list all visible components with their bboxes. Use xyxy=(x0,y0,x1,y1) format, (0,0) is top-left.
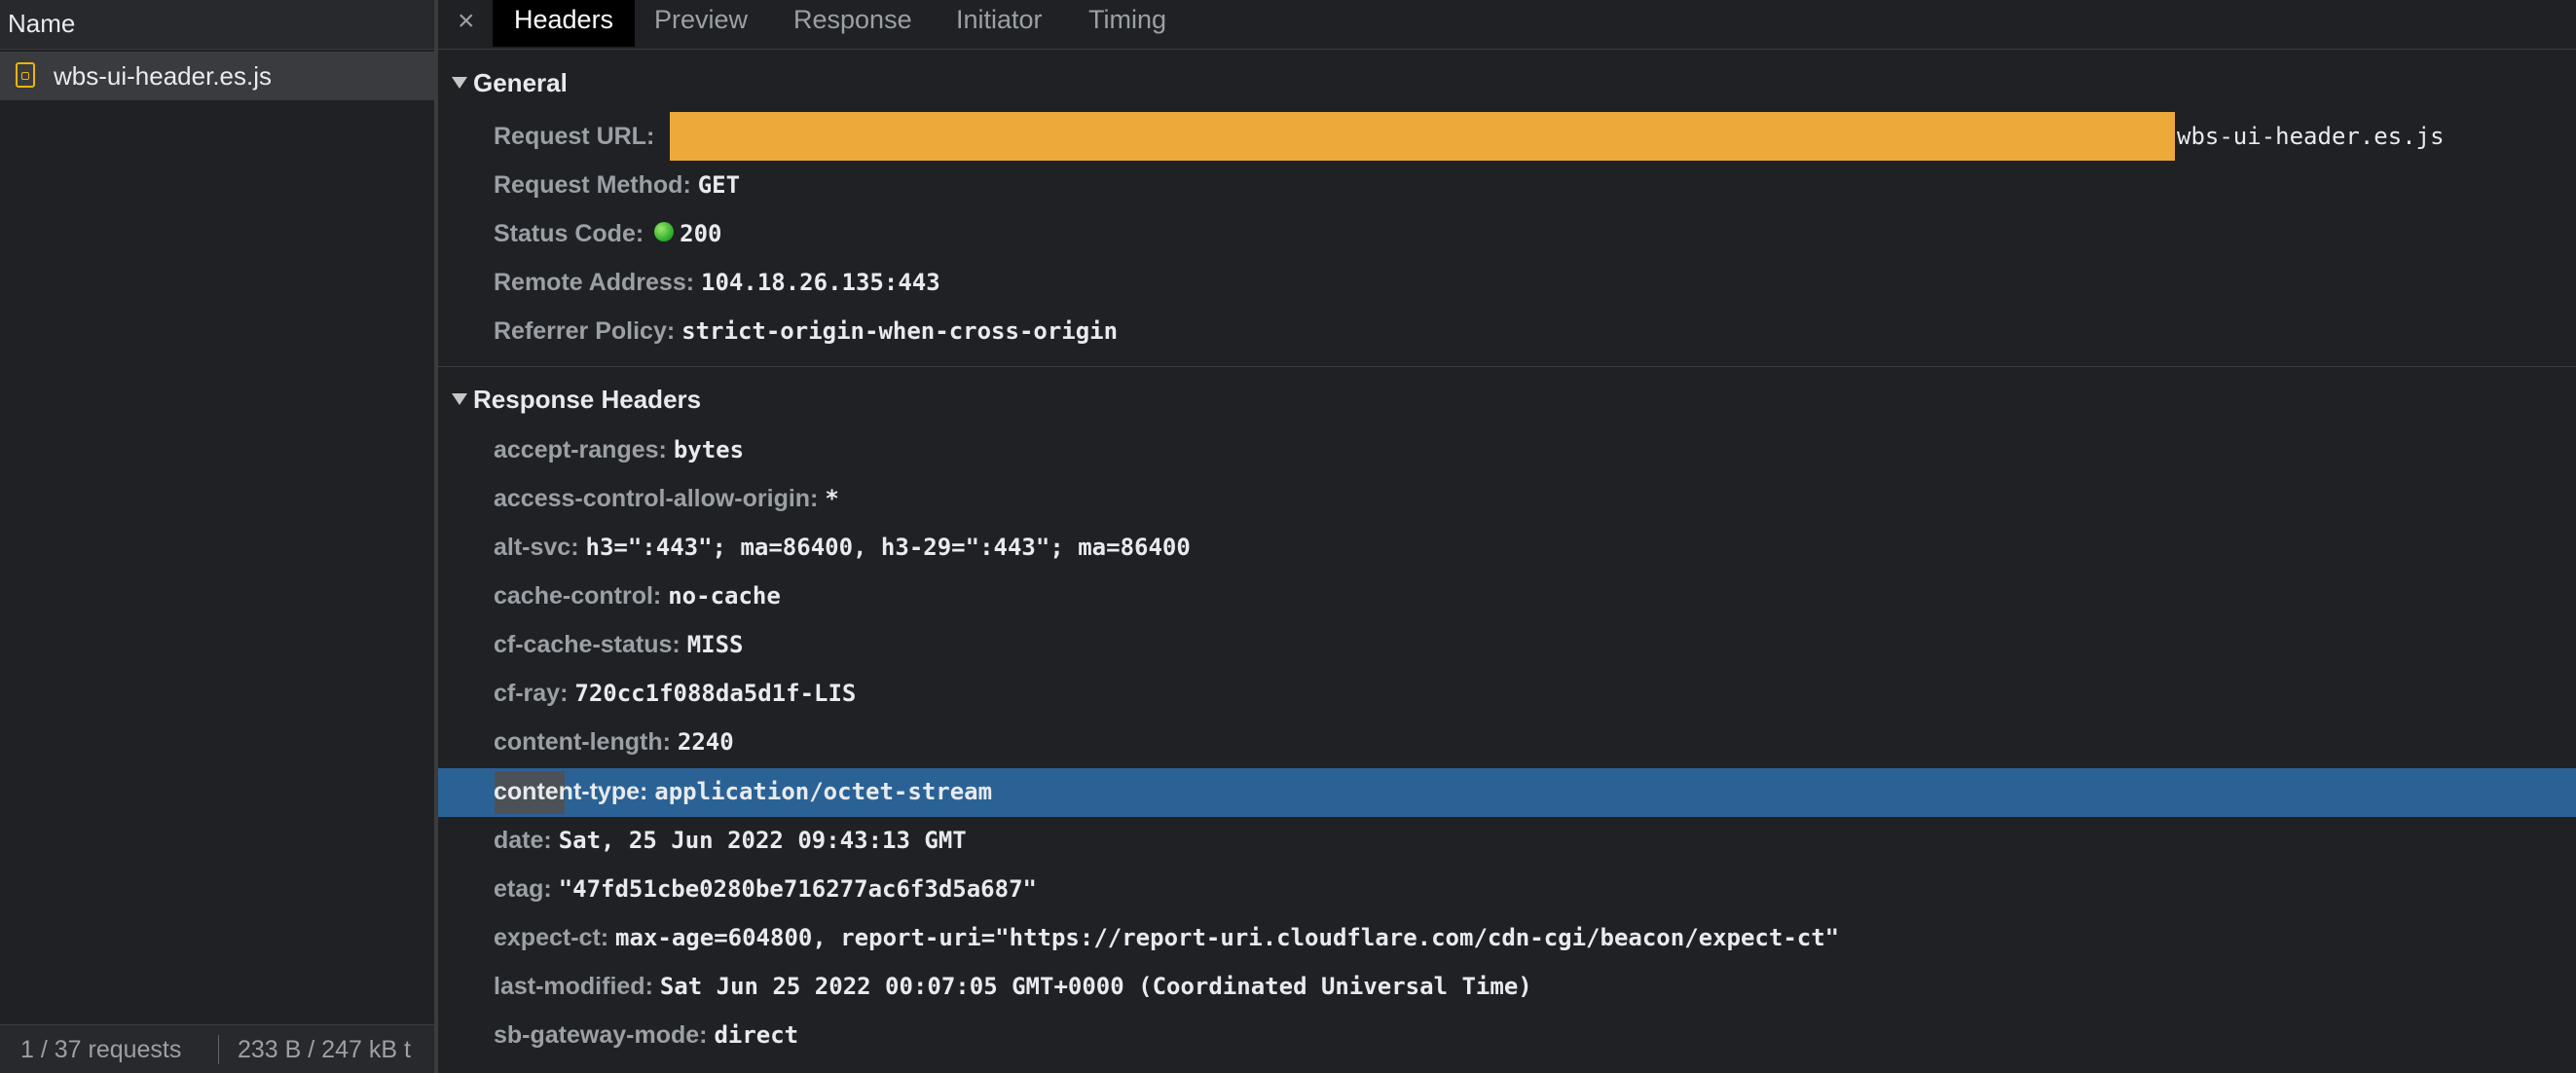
header-value: h3=":443"; ma=86400, h3-29=":443"; ma=86… xyxy=(585,534,1191,561)
status-code-value: 200 xyxy=(680,220,722,247)
header-value: Sat, 25 Jun 2022 09:43:13 GMT xyxy=(558,827,967,854)
tab-initiator[interactable]: Initiator xyxy=(956,5,1043,35)
header-row[interactable]: last-modified: Sat Jun 25 2022 00:07:05 … xyxy=(438,963,2576,1012)
header-key: access-control-allow-origin: xyxy=(494,485,819,512)
header-value: 2240 xyxy=(677,728,734,756)
header-key: cf-ray: xyxy=(494,680,569,707)
section-divider xyxy=(438,366,2576,367)
header-row[interactable]: content-length: 2240 xyxy=(438,719,2576,767)
header-row[interactable]: expect-ct: max-age=604800, report-uri="h… xyxy=(438,914,2576,963)
header-key: expect-ct: xyxy=(494,924,609,951)
tab-preview[interactable]: Preview xyxy=(654,5,748,35)
referrer-policy-row[interactable]: Referrer Policy: strict-origin-when-cros… xyxy=(438,308,2576,356)
header-key: etag: xyxy=(494,875,552,903)
header-value: Sat Jun 25 2022 00:07:05 GMT+0000 (Coord… xyxy=(659,973,1532,1000)
status-code-row[interactable]: Status Code: 200 xyxy=(438,210,2576,259)
request-method-key: Request Method: xyxy=(494,171,691,199)
general-section-header[interactable]: General xyxy=(438,68,568,98)
header-value: 720cc1f088da5d1f-LIS xyxy=(574,680,857,707)
request-url-key: Request URL: xyxy=(494,123,655,150)
request-count: 1 / 37 requests xyxy=(20,1036,182,1063)
header-row[interactable]: access-control-allow-origin: * xyxy=(438,475,2576,524)
tab-response[interactable]: Response xyxy=(793,5,912,35)
devtools-network-panel: Name wbs-ui-header.es.js 1 / 37 requests… xyxy=(0,0,2576,1073)
header-row[interactable]: sb-gateway-mode: direct xyxy=(438,1012,2576,1060)
referrer-policy-key: Referrer Policy: xyxy=(494,317,676,345)
header-row[interactable]: alt-svc: h3=":443"; ma=86400, h3-29=":44… xyxy=(438,524,2576,573)
request-url-value: wbs-ui-header.es.js xyxy=(2177,123,2445,150)
remote-address-value: 104.18.26.135:443 xyxy=(701,269,940,296)
header-key: content-type: xyxy=(494,778,648,805)
header-value: no-cache xyxy=(668,582,781,610)
header-key: content-length: xyxy=(494,728,671,756)
status-ok-icon xyxy=(654,222,675,242)
remote-address-row[interactable]: Remote Address: 104.18.26.135:443 xyxy=(438,259,2576,308)
header-row[interactable]: cf-cache-status: MISS xyxy=(438,621,2576,670)
header-value: * xyxy=(825,485,839,512)
response-headers-section-header[interactable]: Response Headers xyxy=(438,385,701,415)
header-value: direct xyxy=(714,1021,799,1049)
close-icon[interactable]: × xyxy=(458,5,475,38)
js-file-icon xyxy=(16,62,35,88)
collapse-triangle-icon xyxy=(452,77,467,90)
header-value: bytes xyxy=(673,436,745,463)
name-column-header[interactable]: Name xyxy=(0,0,434,50)
header-key: cache-control: xyxy=(494,582,662,610)
header-key: sb-gateway-mode: xyxy=(494,1021,708,1049)
details-tab-bar: × Headers Preview Response Initiator Tim… xyxy=(438,0,2576,50)
request-file-name: wbs-ui-header.es.js xyxy=(54,61,272,91)
header-row[interactable]: cf-ray: 720cc1f088da5d1f-LIS xyxy=(438,670,2576,719)
header-value: application/octet-stream xyxy=(654,778,993,805)
header-row[interactable]: accept-ranges: bytes xyxy=(438,426,2576,475)
status-bar-divider xyxy=(218,1035,219,1064)
transfer-size: 233 B / 247 kB t xyxy=(238,1036,411,1063)
referrer-policy-value: strict-origin-when-cross-origin xyxy=(681,317,1119,345)
remote-address-key: Remote Address: xyxy=(494,269,695,296)
redacted-url-block xyxy=(670,112,2175,161)
header-row[interactable]: cache-control: no-cache xyxy=(438,573,2576,621)
tab-timing[interactable]: Timing xyxy=(1088,5,1166,35)
request-method-row[interactable]: Request Method: GET xyxy=(438,162,2576,210)
header-value: MISS xyxy=(686,631,744,658)
response-headers-section-title: Response Headers xyxy=(473,385,702,414)
header-row[interactable]: etag: "47fd51cbe0280be716277ac6f3d5a687" xyxy=(438,866,2576,914)
header-key: alt-svc: xyxy=(494,534,579,561)
general-section-title: General xyxy=(473,68,568,97)
request-row-selected[interactable]: wbs-ui-header.es.js xyxy=(0,52,434,100)
header-value: max-age=604800, report-uri="https://repo… xyxy=(615,924,1840,951)
name-column-label: Name xyxy=(8,9,76,38)
header-key: accept-ranges: xyxy=(494,436,667,463)
header-key: cf-cache-status: xyxy=(494,631,681,658)
header-row-selected[interactable]: content-type: application/octet-stream xyxy=(438,768,2576,817)
status-code-key: Status Code: xyxy=(494,220,644,247)
request-method-value: GET xyxy=(697,171,741,199)
request-list-pane: Name wbs-ui-header.es.js 1 / 37 requests… xyxy=(0,0,434,1073)
header-value: "47fd51cbe0280be716277ac6f3d5a687" xyxy=(558,875,1037,903)
request-details-pane: × Headers Preview Response Initiator Tim… xyxy=(438,0,2576,1073)
tab-headers[interactable]: Headers xyxy=(493,0,636,47)
collapse-triangle-icon xyxy=(452,393,467,406)
status-bar: 1 / 37 requests 233 B / 247 kB t xyxy=(0,1024,434,1073)
header-key: last-modified: xyxy=(494,973,653,1000)
header-key: date: xyxy=(494,827,552,854)
header-row[interactable]: date: Sat, 25 Jun 2022 09:43:13 GMT xyxy=(438,817,2576,866)
